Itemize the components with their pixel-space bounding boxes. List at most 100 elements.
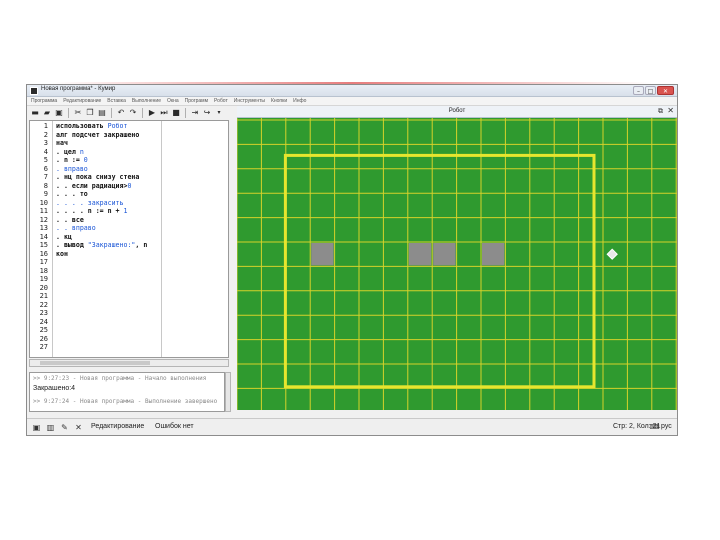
scrollbar-thumb[interactable] xyxy=(40,361,150,365)
line-number: 15 xyxy=(39,241,48,249)
output-console: >> 9:27:23 - Новая программа - Начало вы… xyxy=(29,372,225,412)
code-token: . . вправо xyxy=(56,224,96,232)
line-number: 1 xyxy=(43,122,48,130)
robot-panel: Робот ⧉ ✕ xyxy=(237,106,677,410)
code-token: Робот xyxy=(107,122,128,130)
title-bar: Новая программа* - Кумир – □ ✕ xyxy=(27,85,677,97)
code-token: 0 xyxy=(127,181,132,190)
code-token: . . если радиация> xyxy=(56,181,128,190)
line-number-gutter: 1 2 3 4 5 6 7 8 9 10 11 12 13 14 15 16 17 18 19 20 21 22 23 24 2… xyxy=(30,121,53,357)
line-number: 18 xyxy=(39,266,48,275)
code-token: использовать xyxy=(56,122,108,130)
line-number: 9 xyxy=(43,190,48,198)
robot-panel-header: Робот ⧉ ✕ xyxy=(237,106,677,118)
debug-icon[interactable]: ✎ xyxy=(59,422,70,433)
code-line: . n := 0 xyxy=(56,156,88,165)
save-status-icon[interactable]: ▥ xyxy=(45,422,56,433)
paste-icon[interactable]: ▤ xyxy=(97,108,107,118)
menu-item[interactable]: Редактирование xyxy=(63,98,101,104)
kumir-window: Новая программа* - Кумир – □ ✕ Программа… xyxy=(26,84,678,436)
new-file-icon[interactable]: ▬ xyxy=(30,108,40,118)
more-icon[interactable]: ▾ xyxy=(214,108,224,118)
step-icon[interactable]: ⏭ xyxy=(159,108,169,118)
run-icon[interactable]: ▶ xyxy=(147,108,157,118)
output-line: >> 9:27:24 - Новая программа - Выполнени… xyxy=(33,398,218,405)
line-number: 14 xyxy=(39,232,48,241)
code-token: . цел xyxy=(56,147,80,156)
line-number: 11 xyxy=(39,207,48,215)
app-icon xyxy=(30,87,38,95)
menu-item[interactable]: Программа xyxy=(31,98,57,104)
line-number: 3 xyxy=(43,139,48,147)
step-into-icon[interactable]: ⇥ xyxy=(190,108,200,118)
code-token: . нц пока снизу стена xyxy=(56,173,140,181)
line-number: 12 xyxy=(39,215,48,224)
menu-item[interactable]: Инфо xyxy=(293,98,306,104)
maximize-button[interactable]: □ xyxy=(645,86,656,95)
code-token: . . все xyxy=(56,215,84,224)
status-bar: ▣ ▥ ✎ ✕ Редактирование Ошибок нет Стр: 2… xyxy=(27,418,677,435)
step-over-icon[interactable]: ↪ xyxy=(202,108,212,118)
code-editor[interactable]: 1 2 3 4 5 6 7 8 9 10 11 12 13 14 15 16 17 18 19 20 21 22 23 24 2… xyxy=(29,120,229,358)
menu-item[interactable]: Кнопки xyxy=(271,98,287,104)
line-number: 5 xyxy=(43,156,48,164)
code-line: алг подсчет закрашено xyxy=(56,131,139,140)
code-line: . нц пока снизу стена xyxy=(56,173,139,182)
code-token: . вывод xyxy=(56,241,88,249)
line-number: 22 xyxy=(39,300,48,309)
code-area[interactable]: использовать Робот алг подсчет закрашено н… xyxy=(54,121,162,357)
close-button[interactable]: ✕ xyxy=(657,86,674,95)
line-number: 19 xyxy=(39,275,48,283)
menu-item[interactable]: Вставка xyxy=(107,98,126,104)
stop-icon[interactable]: ■ xyxy=(171,108,181,118)
code-line: . вывод "Закрашено:", n xyxy=(56,241,147,250)
code-token: 0 xyxy=(83,156,88,164)
code-line: . . . . закрасить xyxy=(56,199,124,208)
code-token: 1 xyxy=(123,207,128,215)
vertical-scrollbar[interactable] xyxy=(225,372,231,412)
line-number: 20 xyxy=(39,283,48,292)
editor-mode-icon[interactable]: ▣ xyxy=(31,422,42,433)
line-number: 25 xyxy=(39,326,48,334)
painted-cell xyxy=(433,243,456,266)
code-line: кон xyxy=(56,250,68,259)
minimize-button[interactable]: – xyxy=(633,86,644,95)
restore-icon[interactable]: ⧉ xyxy=(658,107,663,116)
line-number: 6 xyxy=(43,164,48,173)
cut-icon[interactable]: ✂ xyxy=(73,108,83,118)
code-token: , n xyxy=(135,241,148,249)
save-icon[interactable]: ▣ xyxy=(54,108,64,118)
code-line: . . . . n := n + 1 xyxy=(56,207,127,216)
window-title: Новая программа* - Кумир xyxy=(41,86,116,92)
copy-icon[interactable]: ❐ xyxy=(85,108,95,118)
undo-icon[interactable]: ↶ xyxy=(116,108,126,118)
line-number: 8 xyxy=(43,181,48,190)
horizontal-scrollbar[interactable] xyxy=(29,359,229,367)
code-token: . . . то xyxy=(56,190,88,198)
editor-margin xyxy=(163,121,228,357)
status-mode: Редактирование xyxy=(91,423,145,430)
toolbar-separator xyxy=(142,107,143,118)
menu-bar: Программа Редактирование Вставка Выполнение… xyxy=(27,97,677,106)
keyboard-language: рус xyxy=(661,423,672,430)
close-icon[interactable]: ✕ xyxy=(667,106,674,115)
menu-item[interactable]: Программ xyxy=(185,98,208,104)
code-token: . . . . закрасить xyxy=(56,198,124,207)
toolbar-separator xyxy=(68,107,69,118)
robot-field[interactable] xyxy=(237,118,677,410)
line-number: 17 xyxy=(39,258,48,266)
tools-icon[interactable]: ✕ xyxy=(73,422,84,433)
robot-panel-title: Робот xyxy=(448,108,466,114)
line-number: 27 xyxy=(39,343,48,351)
menu-item[interactable]: Выполнение xyxy=(132,98,161,104)
menu-item[interactable]: Робот xyxy=(214,98,228,104)
painted-cell xyxy=(482,243,505,266)
status-errors: Ошибок нет xyxy=(155,423,194,430)
menu-item[interactable]: Окна xyxy=(167,98,179,104)
open-folder-icon[interactable]: ▰ xyxy=(42,108,52,118)
menu-item[interactable]: Инструменты xyxy=(234,98,265,104)
redo-icon[interactable]: ↷ xyxy=(128,108,138,118)
code-line: . вправо xyxy=(56,165,88,174)
code-line: . . если радиация>0 xyxy=(56,182,131,191)
code-token: . вправо xyxy=(56,164,88,173)
